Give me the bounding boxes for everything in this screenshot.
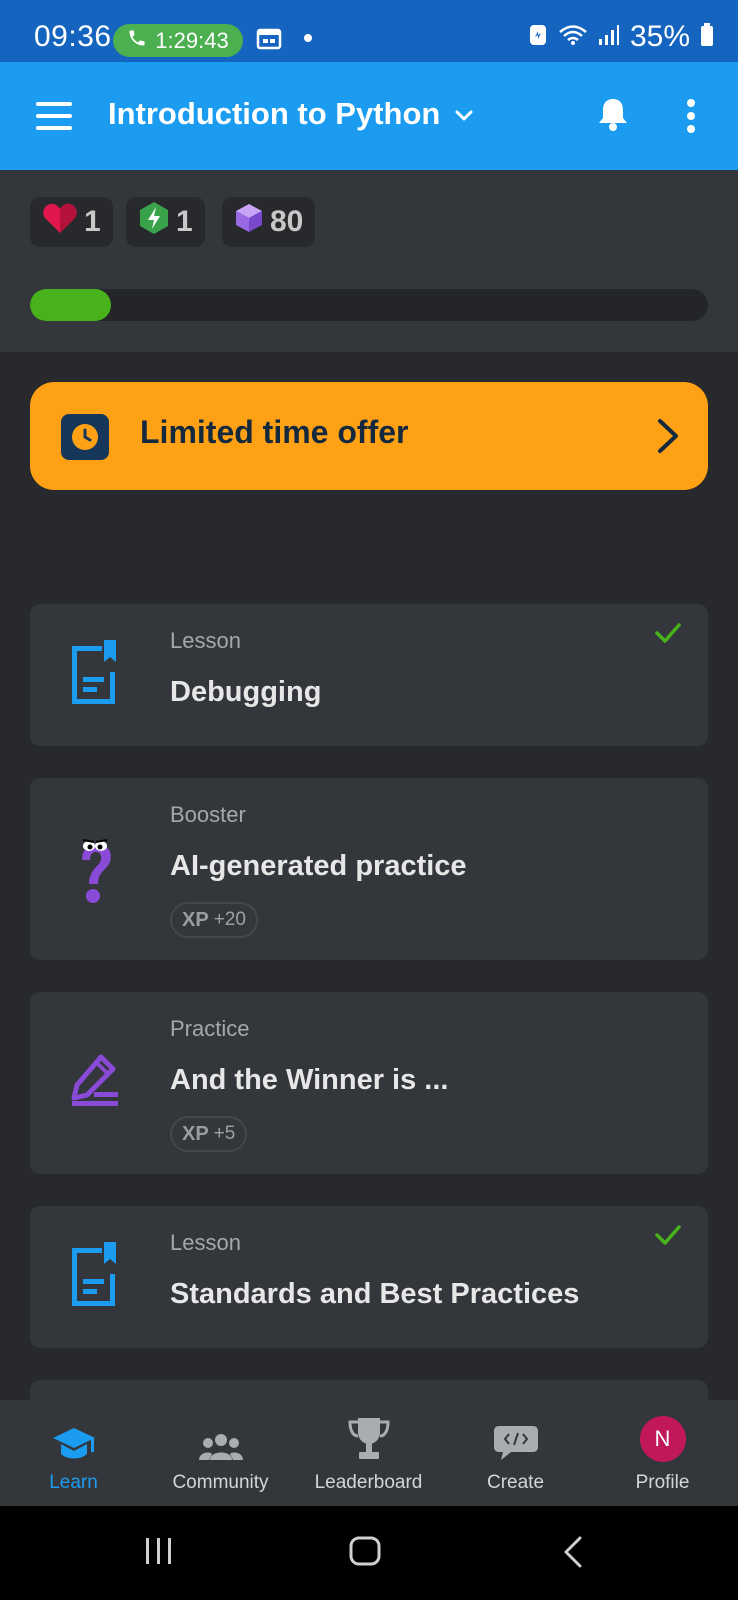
- item-title: Standards and Best Practices: [170, 1278, 580, 1310]
- nav-profile[interactable]: N Profile: [589, 1400, 736, 1506]
- xp-badge: XP +5: [170, 1116, 248, 1152]
- status-icons-right: 35%: [528, 20, 714, 54]
- nav-community[interactable]: Community: [147, 1400, 294, 1506]
- nav-label: Leaderboard: [314, 1472, 423, 1493]
- xp-label: XP: [182, 908, 209, 931]
- notification-dot-icon: [304, 34, 313, 42]
- hearts-count: 1: [84, 205, 101, 238]
- course-progress-fill: [30, 289, 112, 321]
- nav-label: Profile: [635, 1472, 690, 1493]
- gem-cube-icon: [234, 202, 264, 242]
- list-item[interactable]: Lesson Debugging: [30, 604, 708, 746]
- stats-area: 1 1 80: [0, 170, 738, 352]
- item-title: AI-generated practice: [170, 850, 467, 882]
- sync-icon: [528, 23, 548, 52]
- lesson-list: Lesson Debugging Booster AI-generated pr…: [0, 588, 738, 1400]
- limited-offer-banner[interactable]: Limited time offer: [30, 382, 708, 490]
- promo-area: Limited time offer: [0, 352, 738, 588]
- energy-count: 1: [176, 205, 193, 238]
- status-time: 09:36: [34, 20, 112, 53]
- hearts-chip[interactable]: 1: [30, 197, 113, 247]
- nav-learn[interactable]: Learn: [0, 1400, 147, 1506]
- list-item[interactable]: Booster AI-generated practice XP +20: [30, 778, 708, 960]
- xp-value: +5: [213, 1123, 236, 1144]
- system-navigation-bar: [0, 1506, 738, 1600]
- nav-label: Learn: [49, 1472, 98, 1493]
- item-title: Debugging: [170, 676, 322, 708]
- clock-icon: [61, 414, 109, 460]
- item-title: And the Winner is ...: [170, 1064, 449, 1096]
- xp-badge: XP +20: [170, 902, 258, 938]
- chevron-right-icon: [656, 418, 680, 459]
- chevron-down-icon[interactable]: [452, 104, 476, 133]
- avatar: N: [639, 1416, 686, 1462]
- battery-percentage: 35%: [629, 20, 690, 53]
- phone-icon: [127, 28, 147, 54]
- people-icon: [198, 1410, 244, 1462]
- calendar-icon: [256, 28, 286, 54]
- item-type: Lesson: [170, 1230, 241, 1255]
- nav-create[interactable]: Create: [442, 1400, 589, 1506]
- more-options-icon[interactable]: [686, 98, 696, 139]
- course-progress-bar: [30, 289, 708, 321]
- xp-label: XP: [182, 1122, 209, 1145]
- list-item[interactable]: [30, 1380, 708, 1400]
- status-bar: 09:36 1:29:43 35%: [0, 0, 738, 62]
- battery-icon: [700, 22, 714, 52]
- xp-value: +20: [213, 909, 246, 930]
- gems-chip[interactable]: 80: [222, 197, 316, 247]
- energy-chip[interactable]: 1: [126, 197, 205, 247]
- call-indicator[interactable]: 1:29:43: [113, 24, 243, 57]
- list-item[interactable]: Lesson Standards and Best Practices: [30, 1206, 708, 1348]
- avatar-initial: N: [654, 1426, 671, 1451]
- hamburger-menu-icon[interactable]: [36, 102, 72, 130]
- pencil-icon: [68, 1052, 122, 1113]
- checkmark-icon: [654, 1224, 682, 1251]
- bottom-navigation: Learn Community Leaderboard Create N Pro…: [0, 1400, 738, 1506]
- code-bubble-icon: [493, 1410, 539, 1462]
- checkmark-icon: [654, 622, 682, 649]
- nav-label: Create: [486, 1472, 545, 1493]
- back-icon[interactable]: [562, 1536, 584, 1573]
- lesson-icon: [68, 640, 120, 711]
- lesson-icon: [68, 1242, 120, 1313]
- course-title[interactable]: Introduction to Python: [108, 96, 440, 132]
- gems-count: 80: [270, 205, 304, 238]
- nav-leaderboard[interactable]: Leaderboard: [295, 1400, 442, 1506]
- item-type: Booster: [170, 802, 246, 827]
- graduation-cap-icon: [51, 1410, 97, 1462]
- home-icon[interactable]: [349, 1536, 381, 1571]
- wifi-icon: [558, 24, 588, 51]
- trophy-icon: [346, 1410, 392, 1462]
- heart-icon: [42, 202, 78, 242]
- offer-label: Limited time offer: [140, 414, 409, 450]
- signal-icon: [598, 24, 620, 51]
- question-mascot-icon: [74, 836, 118, 913]
- nav-label: Community: [172, 1472, 269, 1493]
- list-item[interactable]: Practice And the Winner is ... XP +5: [30, 992, 708, 1174]
- item-type: Practice: [170, 1016, 250, 1041]
- recent-apps-icon[interactable]: [144, 1536, 174, 1571]
- status-icons-left: [256, 28, 313, 55]
- lightning-icon: [138, 201, 170, 243]
- app-bar: Introduction to Python: [0, 62, 738, 170]
- item-type: Lesson: [170, 628, 241, 653]
- bell-icon[interactable]: [596, 96, 630, 137]
- call-timer: 1:29:43: [155, 27, 229, 53]
